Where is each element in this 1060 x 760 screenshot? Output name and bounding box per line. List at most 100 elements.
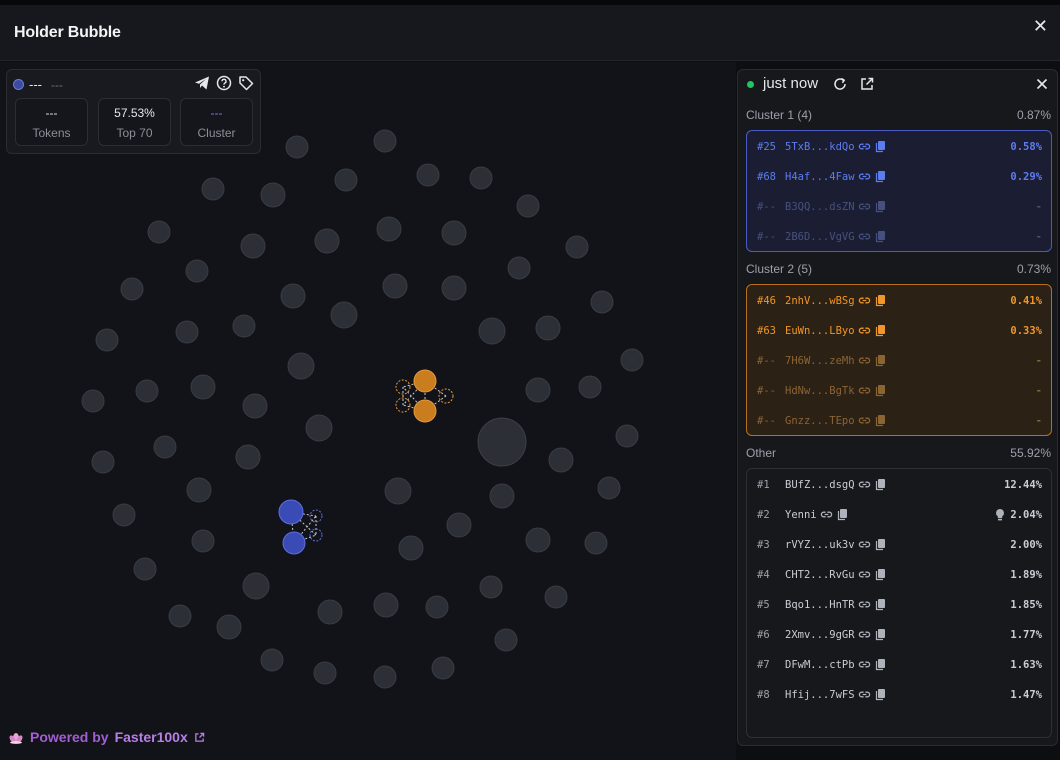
holder-address[interactable]: EuWn...LByo: [785, 325, 855, 337]
link-icon[interactable]: [858, 140, 871, 153]
holder-bubble[interactable]: [112, 503, 136, 527]
holder-bubble[interactable]: [489, 483, 515, 509]
holder-bubble[interactable]: [590, 290, 614, 314]
holder-bubble[interactable]: [242, 393, 268, 419]
holder-bubble[interactable]: [578, 375, 602, 399]
holder-address[interactable]: 7H6W...zeMh: [785, 355, 855, 367]
cluster-bubble[interactable]: [282, 531, 306, 555]
holder-row[interactable]: #3 rVYZ...uk3v 2.00%: [747, 530, 1051, 560]
bubble-map-canvas[interactable]: [0, 62, 736, 760]
copy-icon[interactable]: [875, 324, 886, 337]
holder-bubble[interactable]: [584, 531, 608, 555]
holder-row[interactable]: #-- HdNw...BgTk -: [747, 376, 1051, 406]
copy-icon[interactable]: [837, 508, 848, 521]
copy-icon[interactable]: [875, 628, 886, 641]
copy-icon[interactable]: [875, 384, 886, 397]
tag-icon[interactable]: [238, 75, 254, 91]
holder-row[interactable]: #6 2Xmv...9gGR 1.77%: [747, 620, 1051, 650]
holder-bubble[interactable]: [216, 614, 242, 640]
holder-bubble[interactable]: [544, 585, 568, 609]
copy-icon[interactable]: [875, 230, 886, 243]
holder-bubble[interactable]: [597, 476, 621, 500]
cluster-2-bubbles[interactable]: [395, 369, 454, 423]
holder-address[interactable]: rVYZ...uk3v: [785, 539, 855, 551]
holder-bubble[interactable]: [548, 447, 574, 473]
holder-row[interactable]: #-- Gnzz...TEpo -: [747, 406, 1051, 436]
holder-address[interactable]: 2nhV...wBSg: [785, 295, 855, 307]
holder-bubble[interactable]: [398, 535, 424, 561]
link-icon[interactable]: [858, 658, 871, 671]
copy-icon[interactable]: [875, 294, 886, 307]
cluster-1-bubbles[interactable]: [278, 499, 323, 555]
link-icon[interactable]: [858, 538, 871, 551]
holder-bubble[interactable]: [446, 512, 472, 538]
holder-bubble[interactable]: [416, 163, 440, 187]
holder-bubble[interactable]: [120, 277, 144, 301]
holder-bubble[interactable]: [285, 135, 309, 159]
holder-bubble[interactable]: [305, 414, 333, 442]
copy-icon[interactable]: [875, 688, 886, 701]
holder-bubble[interactable]: [373, 592, 399, 618]
link-icon[interactable]: [858, 568, 871, 581]
holder-bubble[interactable]: [95, 328, 119, 352]
holder-address[interactable]: CHT2...RvGu: [785, 569, 855, 581]
holder-row[interactable]: #25 5TxB...kdQo 0.58%: [747, 132, 1051, 162]
holder-row[interactable]: #4 CHT2...RvGu 1.89%: [747, 560, 1051, 590]
holder-bubble[interactable]: [201, 177, 225, 201]
holder-bubble[interactable]: [525, 377, 551, 403]
holder-bubble[interactable]: [280, 283, 306, 309]
holder-bubble[interactable]: [376, 216, 402, 242]
link-icon[interactable]: [858, 354, 871, 367]
link-icon[interactable]: [858, 384, 871, 397]
holder-bubble[interactable]: [382, 273, 408, 299]
powered-by-link[interactable]: Powered by Faster100x: [8, 729, 205, 745]
holder-bubble[interactable]: [287, 352, 315, 380]
bubble-map[interactable]: [0, 62, 736, 760]
copy-icon[interactable]: [875, 658, 886, 671]
copy-icon[interactable]: [875, 538, 886, 551]
link-icon[interactable]: [820, 508, 833, 521]
close-icon[interactable]: [1034, 76, 1050, 92]
holder-row[interactable]: #46 2nhV...wBSg 0.41%: [747, 286, 1051, 316]
holder-address[interactable]: Hfij...7wFS: [785, 689, 855, 701]
holder-bubble[interactable]: [479, 575, 503, 599]
holder-bubble[interactable]: [334, 168, 358, 192]
holder-bubble[interactable]: [314, 228, 340, 254]
holder-address[interactable]: B3QQ...dsZN: [785, 201, 855, 213]
holder-bubble[interactable]: [373, 129, 397, 153]
help-icon[interactable]: [216, 75, 232, 91]
holder-bubble[interactable]: [384, 477, 412, 505]
holder-row[interactable]: #63 EuWn...LByo 0.33%: [747, 316, 1051, 346]
holder-bubble[interactable]: [507, 256, 531, 280]
holder-bubble[interactable]: [235, 444, 261, 470]
holder-bubble[interactable]: [81, 389, 105, 413]
copy-icon[interactable]: [875, 598, 886, 611]
holder-row[interactable]: #5 Bqo1...HnTR 1.85%: [747, 590, 1051, 620]
holder-address[interactable]: DFwM...ctPb: [785, 659, 855, 671]
link-icon[interactable]: [858, 200, 871, 213]
copy-icon[interactable]: [875, 140, 886, 153]
holder-bubble[interactable]: [260, 648, 284, 672]
holder-bubble[interactable]: [615, 424, 639, 448]
holder-bubble[interactable]: [431, 656, 455, 680]
holder-row[interactable]: #-- B3QQ...dsZN -: [747, 192, 1051, 222]
holder-address[interactable]: H4af...4Faw: [785, 171, 855, 183]
close-icon[interactable]: ✕: [1033, 16, 1048, 37]
holder-row[interactable]: #7 DFwM...ctPb 1.63%: [747, 650, 1051, 680]
holder-bubble[interactable]: [478, 317, 506, 345]
holder-address[interactable]: Gnzz...TEpo: [785, 415, 855, 427]
external-link-icon[interactable]: [859, 76, 875, 92]
holder-bubble[interactable]: [469, 166, 493, 190]
link-icon[interactable]: [858, 688, 871, 701]
holder-bubble[interactable]: [242, 572, 270, 600]
holder-bubble[interactable]: [191, 529, 215, 553]
holder-bubble[interactable]: [185, 259, 209, 283]
link-icon[interactable]: [858, 628, 871, 641]
holder-address[interactable]: HdNw...BgTk: [785, 385, 855, 397]
holder-row[interactable]: #8 Hfij...7wFS 1.47%: [747, 680, 1051, 710]
holder-address[interactable]: 2Xmv...9gGR: [785, 629, 855, 641]
link-icon[interactable]: [858, 230, 871, 243]
holder-row[interactable]: #-- 7H6W...zeMh -: [747, 346, 1051, 376]
copy-icon[interactable]: [875, 478, 886, 491]
cluster-bubble[interactable]: [278, 499, 304, 525]
